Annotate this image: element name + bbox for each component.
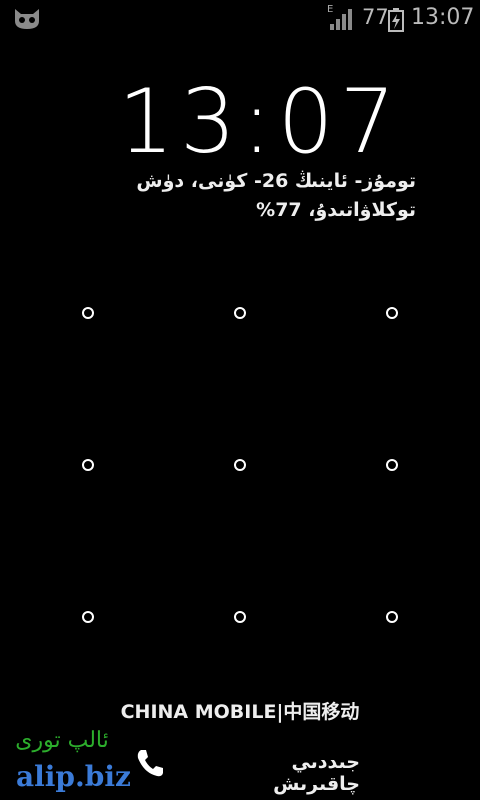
pattern-dot[interactable]	[386, 307, 398, 319]
watermark-domain: alip.biz	[16, 760, 131, 793]
emergency-call-button[interactable]: جىددىي چاقىرىش	[130, 745, 360, 795]
unlock-pattern-grid[interactable]	[0, 0, 480, 800]
watermark-script: ئالپ تورى	[15, 728, 109, 753]
pattern-dot[interactable]	[386, 611, 398, 623]
pattern-dot[interactable]	[234, 611, 246, 623]
pattern-dot[interactable]	[82, 611, 94, 623]
pattern-dot[interactable]	[82, 307, 94, 319]
pattern-dot[interactable]	[234, 307, 246, 319]
carrier-label: CHINA MOBILE|中国移动	[120, 701, 360, 723]
pattern-dot[interactable]	[82, 459, 94, 471]
watermark-logo: ئالپ تورى alip.biz	[6, 728, 131, 796]
phone-icon	[137, 750, 163, 777]
emergency-call-label: جىددىي چاقىرىش	[273, 751, 360, 795]
pattern-dot[interactable]	[234, 459, 246, 471]
pattern-dot[interactable]	[386, 459, 398, 471]
